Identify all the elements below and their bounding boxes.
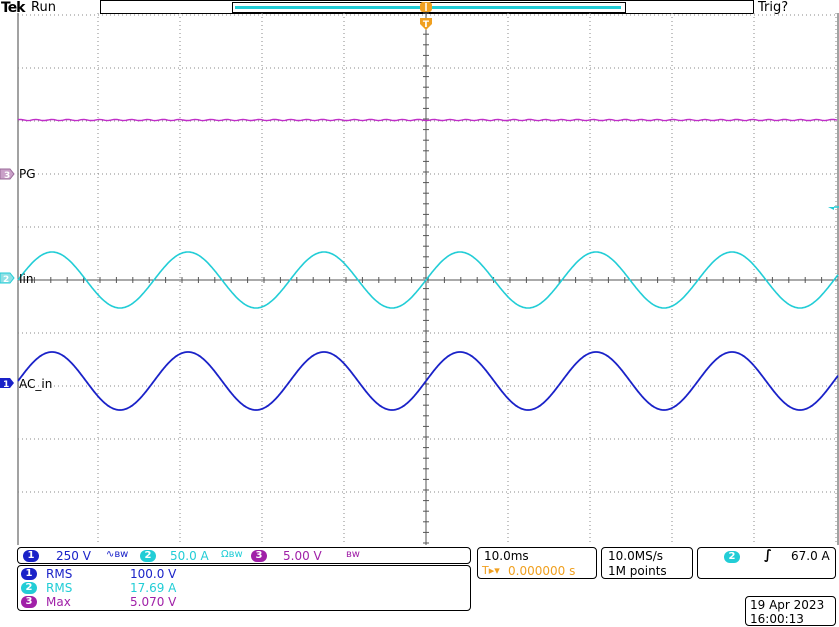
ch1-coupling-icon: ∿ʙw xyxy=(106,549,129,560)
trigger-level-marker[interactable] xyxy=(828,204,834,210)
ch1-label: AC_in xyxy=(19,377,52,391)
ch2-scale[interactable]: 50.0 A xyxy=(170,549,209,563)
ch3-scale[interactable]: 5.00 V xyxy=(283,549,322,563)
timebase-panel[interactable]: 10.0ms T▸▾ 0.000000 s xyxy=(477,547,597,579)
trigger-panel[interactable]: 2 ∫ 67.0 A xyxy=(697,547,836,579)
meas-1-name: RMS xyxy=(46,567,73,581)
sample-rate[interactable]: 10.0MS/s xyxy=(608,549,663,563)
trigger-delay[interactable]: 0.000000 s xyxy=(508,564,575,578)
meas-2-name: RMS xyxy=(46,581,73,595)
date: 19 Apr 2023 xyxy=(750,598,825,612)
timebase-scale[interactable]: 10.0ms xyxy=(484,549,529,563)
meas-3-name: Max xyxy=(46,595,71,609)
ch3-ground-marker[interactable]: 3 xyxy=(0,168,15,181)
datetime-panel: 19 Apr 2023 16:00:13 xyxy=(745,596,836,626)
svg-text:3: 3 xyxy=(4,171,10,181)
ch1-scale[interactable]: 250 V xyxy=(56,549,91,563)
meas-3-badge[interactable]: 3 xyxy=(21,596,37,608)
ch3-coupling-icon: ʙw xyxy=(346,549,360,560)
meas-3-value: 5.070 V xyxy=(130,595,177,609)
graticule xyxy=(17,12,839,545)
acquisition-panel[interactable]: 10.0MS/s 1M points xyxy=(601,547,693,579)
trigger-delay-icon: T▸▾ xyxy=(482,564,500,577)
ch2-label: Iin xyxy=(19,272,33,286)
meas-1-value: 100.0 V xyxy=(130,567,177,581)
time: 16:00:13 xyxy=(750,612,804,626)
ch1-ground-marker[interactable]: 1 xyxy=(0,378,14,390)
ch3-label: PG xyxy=(19,167,36,181)
svg-text:2: 2 xyxy=(3,275,9,285)
ch3-trace xyxy=(17,118,838,122)
trigger-source-badge[interactable]: 2 xyxy=(724,551,740,563)
trigger-slope-icon: ∫ xyxy=(764,548,772,563)
ch1-trace xyxy=(17,351,839,411)
ch2-badge[interactable]: 2 xyxy=(140,550,156,562)
channel-scale-panel[interactable]: 1 250 V ∿ʙw 2 50.0 A Ωʙw 3 5.00 V ʙw xyxy=(17,547,471,564)
svg-text:1: 1 xyxy=(3,380,9,390)
trigger-marker-label: T xyxy=(423,20,430,30)
record-length[interactable]: 1M points xyxy=(608,564,667,578)
ch3-badge[interactable]: 3 xyxy=(251,550,267,562)
meas-2-value: 17.69 A xyxy=(130,581,177,595)
trigger-level[interactable]: 67.0 A xyxy=(791,549,830,563)
waveform-display[interactable]: T 3 PG 2 Iin 1 AC_in xyxy=(0,0,839,627)
ch2-ground-marker[interactable]: 2 xyxy=(0,272,15,285)
meas-2-badge[interactable]: 2 xyxy=(21,582,37,594)
ch2-coupling-icon: Ωʙw xyxy=(221,549,243,560)
meas-1-badge[interactable]: 1 xyxy=(21,568,37,580)
measurements-panel[interactable]: 1 RMS 100.0 V 2 RMS 17.69 A 3 Max 5.070 V xyxy=(17,565,471,611)
ch1-badge[interactable]: 1 xyxy=(23,550,39,562)
